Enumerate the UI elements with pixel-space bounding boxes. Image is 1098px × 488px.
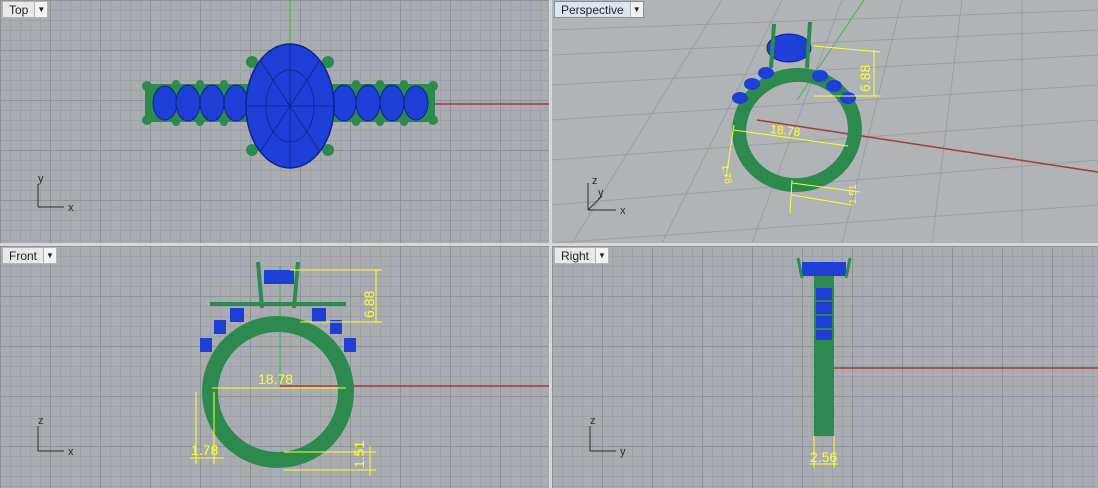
chevron-down-icon[interactable]: ▼	[43, 248, 57, 263]
perspective-grid	[552, 0, 1098, 243]
viewport-tab-perspective[interactable]: Perspective ▼	[554, 1, 644, 18]
viewport-perspective[interactable]: 6.88 18.78 1.78 1.51 z y x Perspective ▼	[552, 0, 1098, 243]
top-view-canvas: y x	[37, 0, 549, 214]
right-view-canvas: 2.56 z y	[589, 257, 1098, 468]
viewport-tab-label: Perspective	[561, 2, 624, 17]
axis-label-v: z	[38, 415, 44, 427]
dim-bottom-thickness: 1.51	[351, 441, 367, 468]
axis-label-h: x	[68, 202, 74, 214]
axis-label-h: x	[620, 205, 626, 217]
dim-bottom-thickness: 1.51	[848, 184, 859, 204]
dim-height: 6.88	[361, 291, 377, 318]
front-view-canvas: 6.88 18.78 1.78 1.51 z x	[37, 261, 549, 476]
axis-label-h: y	[620, 446, 626, 458]
viewport-tab-top[interactable]: Top ▼	[2, 1, 49, 18]
viewport-tab-label: Top	[9, 2, 29, 17]
world-x-axis	[756, 119, 1098, 173]
axis-gizmo: y x	[37, 173, 74, 214]
viewport-tab-right[interactable]: Right ▼	[554, 247, 610, 264]
center-stone	[264, 270, 294, 284]
dim-shank-thickness: 1.78	[719, 164, 733, 186]
center-stone	[802, 262, 846, 276]
viewport-tab-label: Front	[9, 248, 38, 263]
dim-band-width: 2.56	[810, 449, 837, 465]
chevron-down-icon[interactable]: ▼	[629, 2, 643, 17]
dim-inner-diameter: 18.78	[258, 371, 293, 387]
axis-label-v: y	[598, 187, 604, 199]
axis-gizmo: z x	[37, 415, 74, 458]
dim-inner-diameter: 18.78	[770, 122, 802, 139]
dim-height: 6.88	[857, 65, 873, 92]
dim-shank-thickness: 1.78	[191, 442, 218, 458]
viewport-top[interactable]: y x Top ▼	[0, 0, 549, 243]
ring-shank	[202, 316, 354, 468]
chevron-down-icon[interactable]: ▼	[595, 248, 609, 263]
viewport-right[interactable]: 2.56 z y Right ▼	[552, 246, 1098, 488]
viewport-tab-label: Right	[561, 248, 590, 263]
chevron-down-icon[interactable]: ▼	[34, 2, 48, 17]
prongs	[210, 261, 346, 309]
side-stones	[816, 288, 832, 340]
axis-label-h: x	[68, 446, 74, 458]
axis-gizmo: z y	[589, 415, 626, 458]
axis-gizmo: z y x	[587, 175, 626, 217]
viewport-tab-front[interactable]: Front ▼	[2, 247, 58, 264]
axis-label-z: z	[592, 175, 598, 187]
viewport-front[interactable]: 6.88 18.78 1.78 1.51 z x Front ▼	[0, 246, 549, 488]
axis-label-v: y	[38, 173, 44, 185]
perspective-canvas: 6.88 18.78 1.78 1.51 z y x	[552, 0, 1098, 243]
axis-label-v: z	[590, 415, 596, 427]
